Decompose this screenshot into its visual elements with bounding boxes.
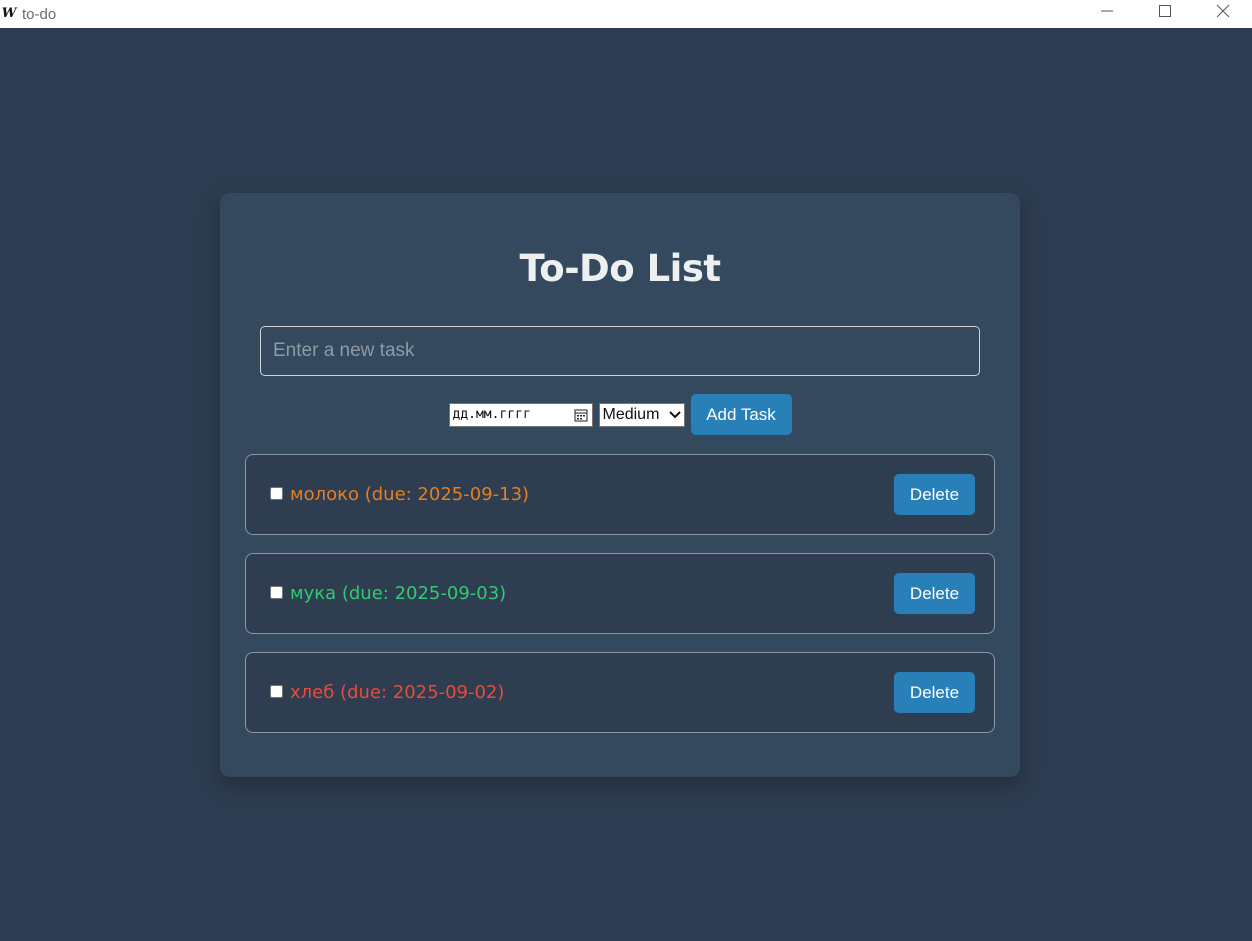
maximize-button[interactable] <box>1136 0 1194 22</box>
task-label: мука (due: 2025-09-03) <box>290 583 507 604</box>
window-title: to-do <box>22 5 57 23</box>
priority-select[interactable]: Medium <box>598 402 685 427</box>
task-checkbox[interactable] <box>270 487 283 500</box>
close-button[interactable] <box>1194 0 1252 22</box>
task-label: хлеб (due: 2025-09-02) <box>290 682 505 703</box>
chevron-down-icon <box>668 410 681 418</box>
task-checkbox[interactable] <box>270 586 283 599</box>
delete-button[interactable]: Delete <box>894 474 975 515</box>
window-titlebar: W to-do <box>0 0 1252 28</box>
maximize-icon <box>1159 5 1171 17</box>
delete-button[interactable]: Delete <box>894 573 975 614</box>
task-list: молоко (due: 2025-09-13) Delete мука (du… <box>245 454 995 751</box>
task-controls: дд.мм.гггг Medium Add Task <box>220 394 1020 435</box>
minimize-button[interactable] <box>1078 0 1136 22</box>
app-icon: W <box>1 6 17 21</box>
due-date-input[interactable]: дд.мм.гггг <box>448 402 593 427</box>
priority-selected-value: Medium <box>602 405 660 423</box>
minimize-icon <box>1101 10 1113 12</box>
close-icon <box>1216 4 1230 18</box>
new-task-input[interactable] <box>260 326 980 376</box>
task-item: молоко (due: 2025-09-13) Delete <box>245 454 995 535</box>
page-title: To-Do List <box>519 247 721 290</box>
calendar-icon[interactable] <box>574 408 588 422</box>
task-item: хлеб (due: 2025-09-02) Delete <box>245 652 995 733</box>
task-item: мука (due: 2025-09-03) Delete <box>245 553 995 634</box>
window-controls <box>1078 0 1252 28</box>
add-task-button[interactable]: Add Task <box>690 394 792 435</box>
todo-card: To-Do List дд.мм.гггг Medium Add Task <box>220 193 1020 777</box>
delete-button[interactable]: Delete <box>894 672 975 713</box>
due-date-placeholder: дд.мм.гггг <box>452 407 531 422</box>
task-label: молоко (due: 2025-09-13) <box>290 484 530 505</box>
task-checkbox[interactable] <box>270 685 283 698</box>
